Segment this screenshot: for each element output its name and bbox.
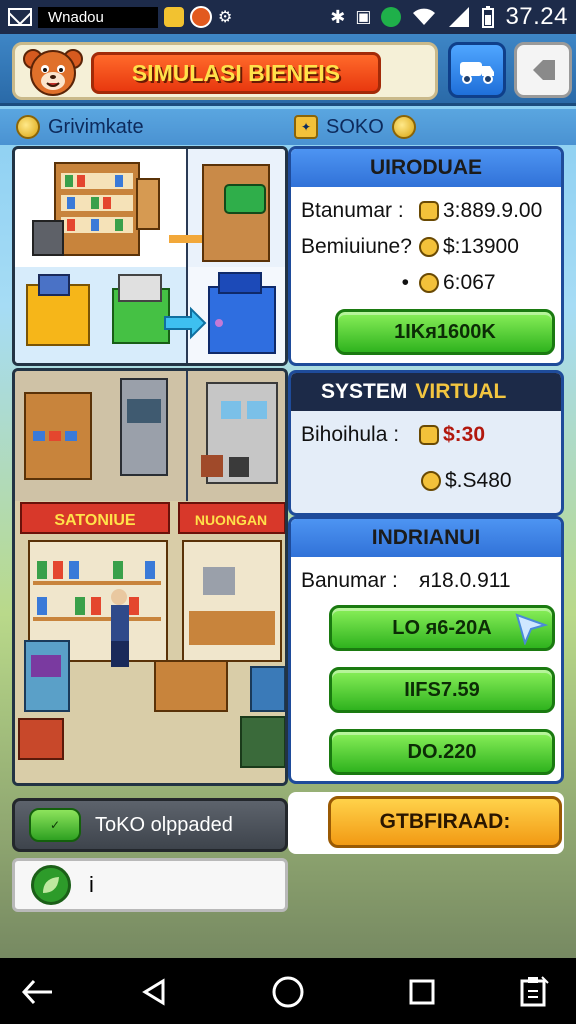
coin-icon [419, 237, 439, 257]
shop-illustration: SATONIUE NUONGAN [12, 368, 288, 786]
overview-row-value: 6:067 [443, 271, 496, 294]
arrow-icon [533, 60, 555, 80]
system-value-2: $.S480 [421, 469, 512, 493]
resource-right: ✦ SOKO [294, 115, 416, 139]
home-button[interactable] [268, 972, 308, 1012]
signal-icon [449, 7, 470, 27]
navigate-button[interactable] [514, 42, 572, 98]
overview-card: UIRODUAE Btanumar : 3:889.9.00 Bemiuiune… [288, 146, 564, 366]
system-row-value: $:30 [443, 423, 486, 446]
toko-status-label: ToKO olppaded [95, 813, 233, 836]
primary-action-button[interactable]: GTBFIRAAD: [328, 796, 562, 848]
coin-icon [419, 273, 439, 293]
bear-mascot-icon [23, 49, 83, 96]
input-value: i [89, 872, 94, 897]
system-value-2-text: $.S480 [445, 469, 512, 492]
battery-saver-icon [381, 7, 402, 27]
back-arrow-icon [21, 979, 52, 1005]
supply-chain-illustration [12, 146, 288, 366]
market-row-value: ᴙ18.0.911 [419, 569, 511, 592]
system-card-title: SYSTEM VIRTUAL [291, 373, 561, 411]
delivery-truck-button[interactable] [448, 42, 506, 98]
shop-sign-left: SATONIUE [54, 512, 136, 529]
overview-row: • 6:067 [301, 271, 496, 295]
home-circle-icon [272, 976, 304, 1008]
coin-notification-icon [164, 7, 184, 27]
market-row-label: Banumar : [301, 569, 398, 592]
system-title-a: SYSTEM [321, 380, 408, 403]
status-bar: Wnadou ⚙ ✱ ▣ 37.24 [0, 0, 576, 34]
status-clock: 37.24 [505, 3, 568, 30]
cursor-icon [515, 613, 549, 645]
truck-icon [460, 62, 494, 84]
overview-row: Bemiuiune? $:13900 [301, 235, 519, 259]
text-input[interactable]: i [12, 858, 288, 912]
wifi-icon [413, 8, 436, 25]
clipboard-icon [520, 976, 549, 1007]
recents-button[interactable] [402, 972, 442, 1012]
triangle-back-icon [142, 978, 165, 1006]
system-title-b: VIRTUAL [415, 380, 507, 403]
bluetooth-icon: ✱ [330, 6, 346, 27]
resource-left: Grivimkate [16, 115, 144, 139]
market-button-2[interactable]: IIFS7.59 [329, 667, 555, 713]
overview-row-label: Bemiuiune? [301, 235, 412, 258]
overview-row-value: 3:889.9.00 [443, 199, 543, 222]
game-title: SIMULASI BIENEIS [91, 52, 381, 94]
resource-left-label: Grivimkate [48, 115, 144, 138]
screenshot-button[interactable] [514, 972, 554, 1012]
gem-box-icon: ✦ [294, 115, 318, 139]
money-icon [419, 425, 439, 445]
shop-scene-art: SATONIUE NUONGAN [15, 371, 285, 783]
status-pill-icon: ✓ [29, 808, 81, 842]
recents-square-icon [409, 979, 435, 1005]
overview-row-value: $:13900 [443, 235, 519, 258]
money-icon [419, 201, 439, 221]
toko-status-chip[interactable]: ✓ ToKO olppaded [12, 798, 288, 852]
market-row: Banumar : ᴙ18.0.911 [301, 569, 511, 593]
overview-row-label: • [401, 271, 409, 294]
overview-row-label: Btanumar : [301, 199, 404, 222]
system-virtual-card: SYSTEM VIRTUAL Bihoihula : $:30 $.S480 [288, 370, 564, 516]
coin-icon [391, 115, 416, 139]
overview-card-title: UIRODUAE [291, 149, 561, 187]
leaf-icon [31, 865, 71, 905]
android-nav-bar [0, 958, 576, 1024]
overview-row: Btanumar : 3:889.9.00 [301, 199, 542, 223]
nav-back-triangle-button[interactable] [134, 972, 174, 1012]
title-box: SIMULASI BIENEIS [12, 42, 438, 100]
market-button-3[interactable]: DO.220 [329, 729, 555, 775]
resource-right-label: SOKO [326, 115, 384, 138]
game-header: SIMULASI BIENEIS [0, 34, 576, 106]
vibrate-icon: ▣ [355, 7, 372, 26]
market-card-title: INDRIANUI [291, 519, 561, 557]
market-card: INDRIANUI Banumar : ᴙ18.0.911 LO ᴙ6-20A … [288, 516, 564, 784]
battery-icon [482, 6, 495, 28]
shop-sign-right: NUONGAN [195, 512, 267, 528]
system-row-label: Bihoihula : [301, 423, 400, 446]
back-button[interactable] [18, 972, 58, 1012]
settings-icon: ⚙ [218, 9, 233, 26]
supply-chain-art [15, 149, 285, 363]
system-row: Bihoihula : $:30 [301, 423, 485, 447]
resource-bar: Grivimkate ✦ SOKO [0, 109, 576, 145]
mail-icon [8, 8, 32, 26]
coin-icon [421, 471, 441, 491]
app-notification-icon [190, 6, 212, 28]
coin-icon [16, 115, 40, 139]
overview-action-button[interactable]: 1IKᴙ1600K [335, 309, 555, 355]
notification-app-name: Wnadou [38, 6, 158, 28]
